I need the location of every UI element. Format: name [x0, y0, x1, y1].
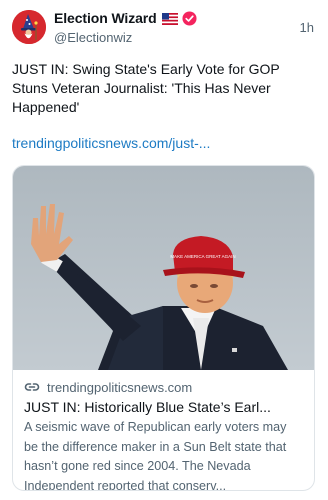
card-domain: trendingpoliticsnews.com	[47, 379, 193, 395]
card-domain-row: trendingpoliticsnews.com	[24, 378, 303, 396]
handle[interactable]: @Electionwiz	[54, 30, 284, 45]
post-text: JUST IN: Swing State's Early Vote for GO…	[12, 61, 280, 115]
card-description: A seismic wave of Republican early voter…	[24, 420, 287, 491]
card-body: trendingpoliticsnews.com JUST IN: Histor…	[13, 370, 314, 491]
hat-text: MAKE AMERICA GREAT AGAIN	[170, 254, 235, 259]
link-preview-card[interactable]: MAKE AMERICA GREAT AGAIN trendingpolitic…	[12, 165, 315, 491]
verified-badge-icon	[182, 10, 197, 26]
post[interactable]: Election Wizard @Electionwiz 1h JUST IN:…	[0, 0, 328, 500]
avatar[interactable]	[12, 10, 46, 44]
display-name[interactable]: Election Wizard	[54, 10, 157, 26]
card-image[interactable]: MAKE AMERICA GREAT AGAIN	[13, 166, 314, 370]
post-link[interactable]: trendingpoliticsnews.com/just-...	[12, 134, 312, 153]
timestamp[interactable]: 1h	[300, 20, 314, 35]
card-title[interactable]: JUST IN: Historically Blue State’s Earl.…	[24, 398, 303, 417]
us-flag-icon	[161, 12, 178, 25]
link-icon	[24, 379, 40, 395]
author-info: Election Wizard @Electionwiz	[54, 9, 284, 45]
name-row: Election Wizard	[54, 9, 284, 27]
wizard-avatar-icon	[12, 10, 46, 44]
